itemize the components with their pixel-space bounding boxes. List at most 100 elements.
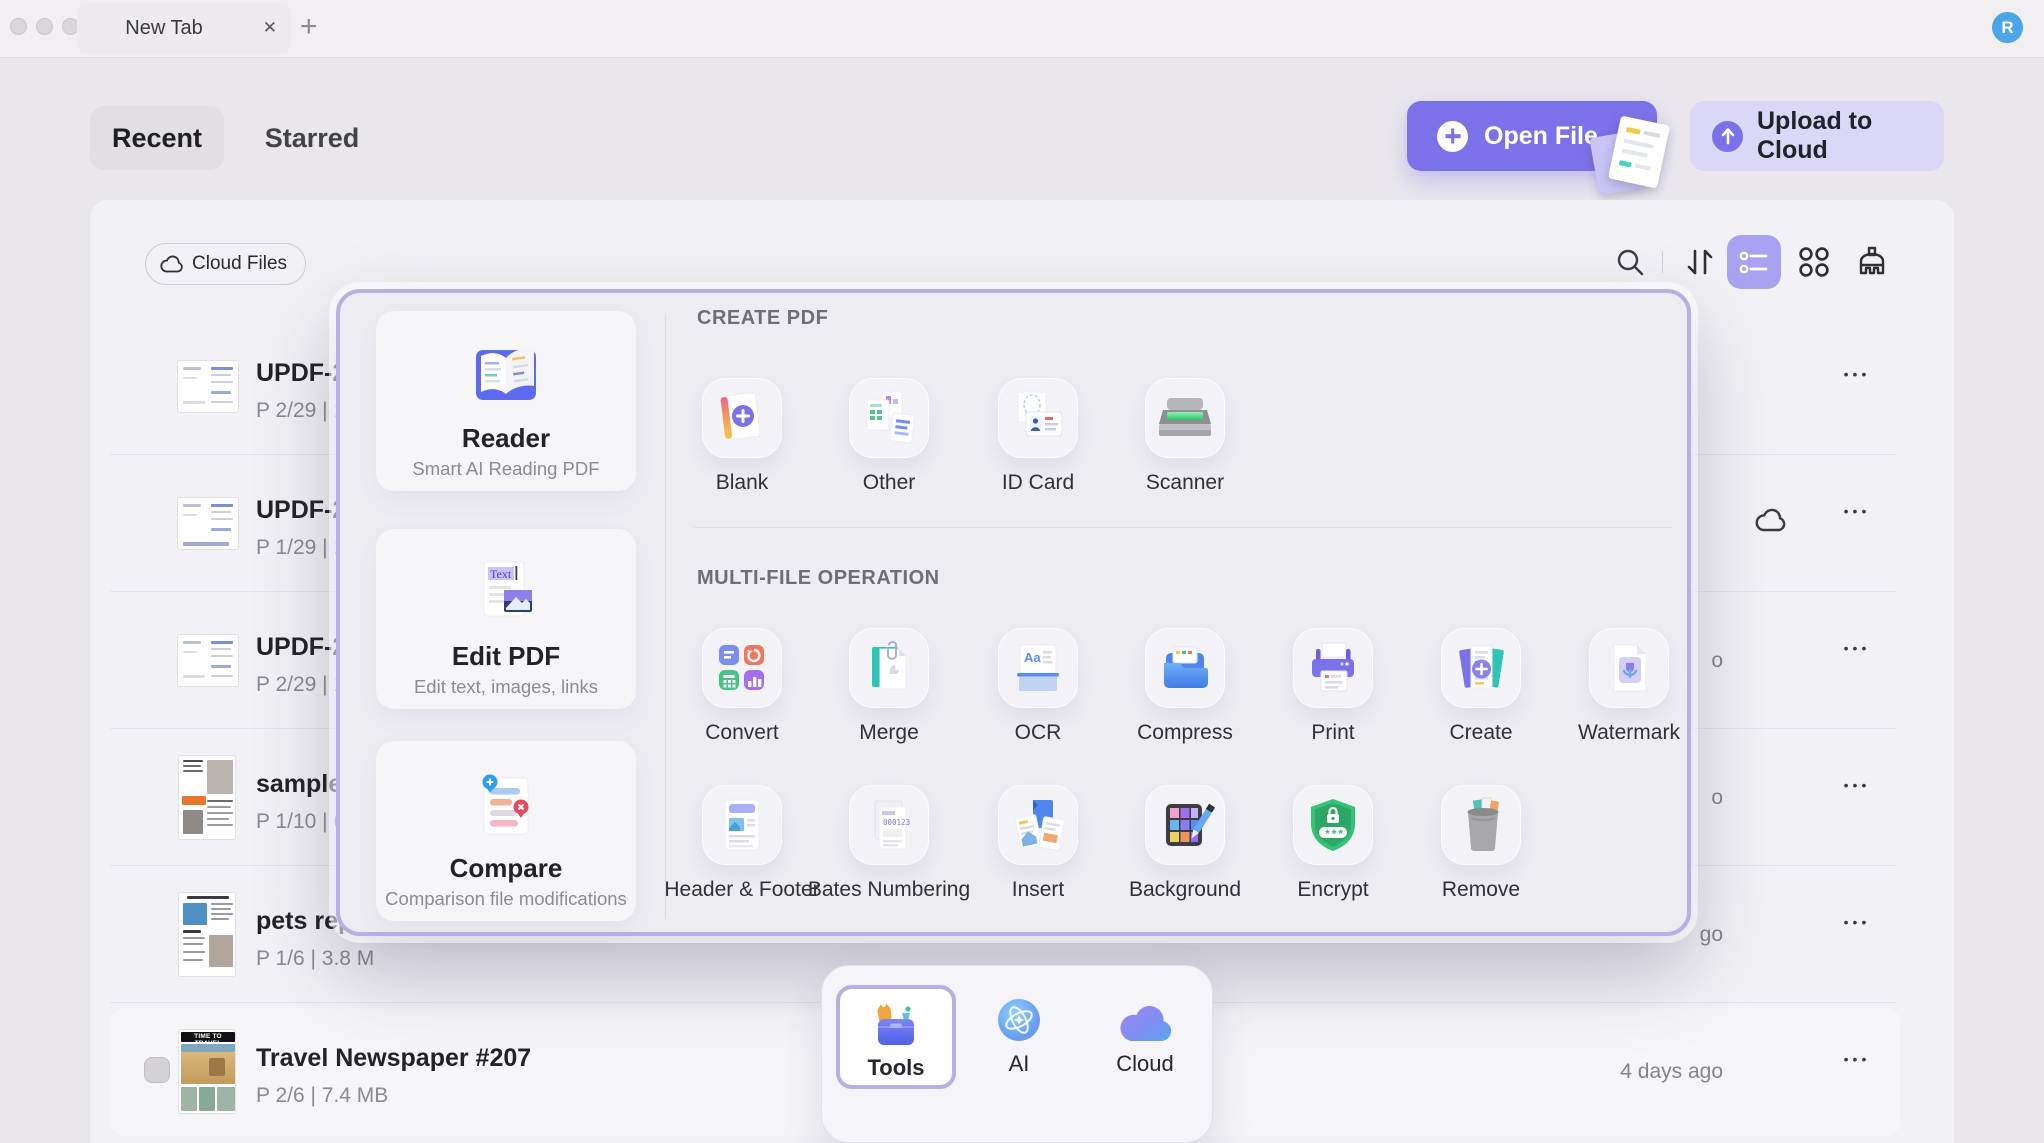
dock-ai-label: AI bbox=[1009, 1051, 1030, 1077]
compress-icon bbox=[1154, 637, 1216, 699]
edit-pdf-card[interactable]: Text Edit PDF Edit text, images, links bbox=[376, 529, 636, 709]
create-icon bbox=[1450, 637, 1512, 699]
row-menu-button[interactable]: ••• bbox=[1832, 640, 1882, 656]
plus-circle-icon bbox=[1437, 121, 1468, 152]
reader-title: Reader bbox=[376, 423, 636, 454]
file-date: 4 days ago bbox=[1620, 1060, 1723, 1084]
file-thumbnail bbox=[178, 892, 236, 977]
papers-illustration bbox=[1588, 112, 1678, 202]
ocr-icon-text: Aa bbox=[1024, 650, 1041, 665]
row-menu-button[interactable]: ••• bbox=[1832, 914, 1882, 930]
tab-title: New Tab bbox=[77, 17, 251, 40]
create-pdf-header: CREATE PDF bbox=[697, 307, 828, 330]
ai-icon bbox=[994, 989, 1044, 1045]
open-file-label: Open File bbox=[1484, 122, 1598, 151]
file-meta: P 2/6 | 7.4 MB bbox=[256, 1084, 388, 1108]
bottom-dock: Tools AI Cloud bbox=[821, 965, 1213, 1143]
insert-icon bbox=[1007, 794, 1069, 856]
reader-subtitle: Smart AI Reading PDF bbox=[376, 458, 636, 480]
file-meta: P 2/29 | 1 bbox=[256, 399, 345, 423]
row-menu-button[interactable]: ••• bbox=[1832, 777, 1882, 793]
upload-label: Upload to Cloud bbox=[1757, 107, 1944, 165]
header-footer-icon bbox=[711, 794, 773, 856]
upload-arrow-icon bbox=[1712, 121, 1743, 152]
cloud-files-button[interactable]: Cloud Files bbox=[145, 243, 306, 285]
tool-scanner[interactable]: Scanner bbox=[1085, 378, 1285, 495]
file-meta: P 2/29 | 1 bbox=[256, 673, 345, 697]
blank-icon bbox=[710, 386, 774, 450]
file-thumbnail bbox=[177, 497, 239, 550]
dock-item-tools[interactable]: Tools bbox=[836, 985, 956, 1089]
bates-icon-text: 000123 bbox=[883, 818, 910, 827]
search-icon[interactable] bbox=[1606, 238, 1654, 286]
tab-close-icon[interactable]: ✕ bbox=[263, 18, 277, 38]
other-formats-icon bbox=[857, 386, 921, 450]
cloud-dock-icon bbox=[1117, 989, 1173, 1045]
tool-remove[interactable]: Remove bbox=[1381, 785, 1581, 902]
ocr-icon: Aa bbox=[1007, 637, 1069, 699]
file-meta: P 1/10 | 6 bbox=[256, 810, 345, 834]
dock-item-cloud[interactable]: Cloud bbox=[1094, 989, 1196, 1087]
reader-card[interactable]: Reader Smart AI Reading PDF bbox=[376, 311, 636, 491]
encrypt-icon-text: *** bbox=[1325, 827, 1345, 841]
list-view-icon bbox=[1738, 246, 1770, 278]
background-icon bbox=[1154, 794, 1216, 856]
file-date: go bbox=[1700, 923, 1723, 947]
file-meta: P 1/6 | 3.8 M bbox=[256, 947, 374, 971]
file-title: UPDF-2 bbox=[256, 633, 346, 662]
merge-icon bbox=[858, 637, 920, 699]
upload-to-cloud-button[interactable]: Upload to Cloud bbox=[1690, 101, 1944, 171]
convert-icon bbox=[711, 637, 773, 699]
dock-item-ai[interactable]: AI bbox=[970, 989, 1068, 1087]
edit-icon-text: Text bbox=[490, 567, 512, 581]
watermark-icon bbox=[1598, 637, 1660, 699]
grid-view-icon[interactable] bbox=[1790, 238, 1838, 286]
id-card-icon bbox=[1006, 386, 1070, 450]
compare-card[interactable]: Compare Comparison file modifications bbox=[376, 741, 636, 921]
divider bbox=[694, 527, 1673, 528]
tab-recent[interactable]: Recent bbox=[90, 106, 224, 170]
row-menu-button[interactable]: ••• bbox=[1832, 503, 1882, 519]
multi-file-header: MULTI-FILE OPERATION bbox=[697, 567, 940, 590]
dock-cloud-label: Cloud bbox=[1116, 1051, 1173, 1077]
sort-icon[interactable] bbox=[1676, 238, 1724, 286]
tool-watermark[interactable]: Watermark bbox=[1529, 628, 1729, 745]
tools-overlay-panel: Reader Smart AI Reading PDF Text Edit PD… bbox=[336, 289, 1691, 936]
scanner-icon bbox=[1153, 386, 1217, 450]
file-title: Travel Newspaper #207 bbox=[256, 1044, 531, 1073]
edit-pdf-title: Edit PDF bbox=[376, 641, 636, 672]
remove-icon bbox=[1450, 794, 1512, 856]
avatar[interactable]: R bbox=[1992, 12, 2023, 43]
print-icon bbox=[1302, 637, 1364, 699]
new-tab-icon[interactable]: + bbox=[300, 12, 318, 42]
file-date: o bbox=[1711, 786, 1723, 810]
cloud-files-label: Cloud Files bbox=[192, 253, 287, 275]
compare-subtitle: Comparison file modifications bbox=[376, 888, 636, 910]
minimize-window-button[interactable] bbox=[36, 18, 53, 35]
tab-starred[interactable]: Starred bbox=[252, 106, 372, 170]
file-thumbnail bbox=[177, 360, 239, 413]
row-menu-button[interactable]: ••• bbox=[1832, 366, 1882, 382]
file-title: UPDF-2 bbox=[256, 359, 346, 388]
encrypt-icon: *** bbox=[1302, 794, 1364, 856]
close-window-button[interactable] bbox=[10, 18, 27, 35]
clean-brush-icon[interactable] bbox=[1848, 238, 1896, 286]
reader-book-icon bbox=[376, 337, 636, 413]
cloud-icon bbox=[160, 255, 184, 273]
file-title: UPDF-2 bbox=[256, 496, 346, 525]
edit-pdf-subtitle: Edit text, images, links bbox=[376, 676, 636, 698]
titlebar: New Tab ✕ + R bbox=[0, 0, 2044, 58]
tab-new-tab[interactable]: New Tab ✕ bbox=[77, 3, 291, 54]
divider bbox=[1662, 251, 1663, 273]
file-thumbnail: TIME TO TRAVEL bbox=[178, 1029, 236, 1114]
cloud-sync-icon bbox=[1755, 507, 1787, 533]
tools-icon bbox=[870, 993, 922, 1049]
bates-numbering-icon: 000123 bbox=[858, 794, 920, 856]
row-checkbox[interactable] bbox=[144, 1057, 170, 1083]
file-thumbnail bbox=[178, 755, 236, 840]
file-title: sample bbox=[256, 770, 342, 799]
list-view-button[interactable] bbox=[1727, 235, 1781, 289]
row-menu-button[interactable]: ••• bbox=[1832, 1051, 1882, 1067]
edit-pdf-icon: Text bbox=[376, 555, 636, 631]
file-meta: P 1/29 | 1 bbox=[256, 536, 345, 560]
